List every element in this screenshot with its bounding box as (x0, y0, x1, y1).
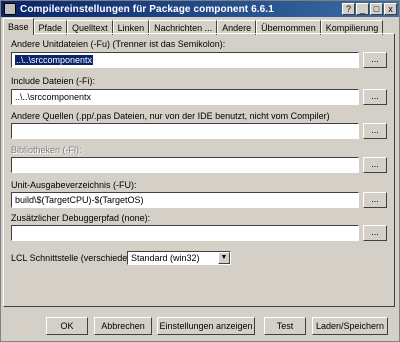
show-options-button[interactable]: Einstellungen anzeigen (157, 317, 255, 335)
other-sources-input[interactable] (11, 123, 359, 139)
close-button[interactable]: x (384, 3, 397, 15)
app-icon (4, 3, 16, 15)
load-save-button[interactable]: Laden/Speichern (312, 317, 388, 335)
unit-output-label: Unit-Ausgabeverzeichnis (-FU): (11, 180, 137, 190)
debug-path-label: Zusätzlicher Debuggerpfad (none): (11, 213, 151, 223)
lcl-selected-value: Standard (win32) (131, 253, 200, 263)
libraries-label: Bibliotheken (-Fl): (11, 145, 82, 155)
lcl-select[interactable]: Standard (win32) ▼ (127, 251, 231, 265)
lcl-label: LCL Schnittstelle (verschiedene): (11, 253, 143, 263)
other-units-input[interactable]: ..\..\srccomponentx (11, 52, 359, 68)
other-sources-label: Andere Quellen (.pp/.pas Dateien, nur vo… (11, 111, 330, 121)
ok-button[interactable]: OK (46, 317, 88, 335)
libraries-input[interactable] (11, 157, 359, 173)
compiler-options-window: Compilereinstellungen für Package compon… (0, 0, 400, 342)
other-units-value: ..\..\srccomponentx (15, 55, 94, 65)
include-label: Include Dateien (-Fi): (11, 76, 96, 86)
maximize-button[interactable]: □ (370, 3, 383, 15)
include-browse-button[interactable]: ... (363, 89, 387, 105)
help-button[interactable]: ? (342, 3, 355, 15)
unit-output-input[interactable]: build\$(TargetCPU)-$(TargetOS) (11, 192, 359, 208)
unit-output-browse-button[interactable]: ... (363, 192, 387, 208)
libraries-browse-button[interactable]: ... (363, 157, 387, 173)
debug-path-input[interactable] (11, 225, 359, 241)
other-units-label: Andere Unitdateien (-Fu) (Trenner ist da… (11, 39, 226, 49)
title-bar[interactable]: Compilereinstellungen für Package compon… (1, 1, 399, 17)
chevron-down-icon[interactable]: ▼ (218, 252, 230, 264)
tab-strip: Base Pfade Quelltext Linken Nachrichten … (3, 18, 384, 35)
include-input[interactable]: ..\..\srccomponentx (11, 89, 359, 105)
tab-base[interactable]: Base (3, 18, 34, 35)
other-units-browse-button[interactable]: ... (363, 52, 387, 68)
window-title: Compilereinstellungen für Package compon… (20, 3, 274, 15)
cancel-button[interactable]: Abbrechen (94, 317, 152, 335)
minimize-button[interactable]: _ (356, 3, 369, 15)
test-button[interactable]: Test (264, 317, 306, 335)
debug-path-browse-button[interactable]: ... (363, 225, 387, 241)
other-sources-browse-button[interactable]: ... (363, 123, 387, 139)
